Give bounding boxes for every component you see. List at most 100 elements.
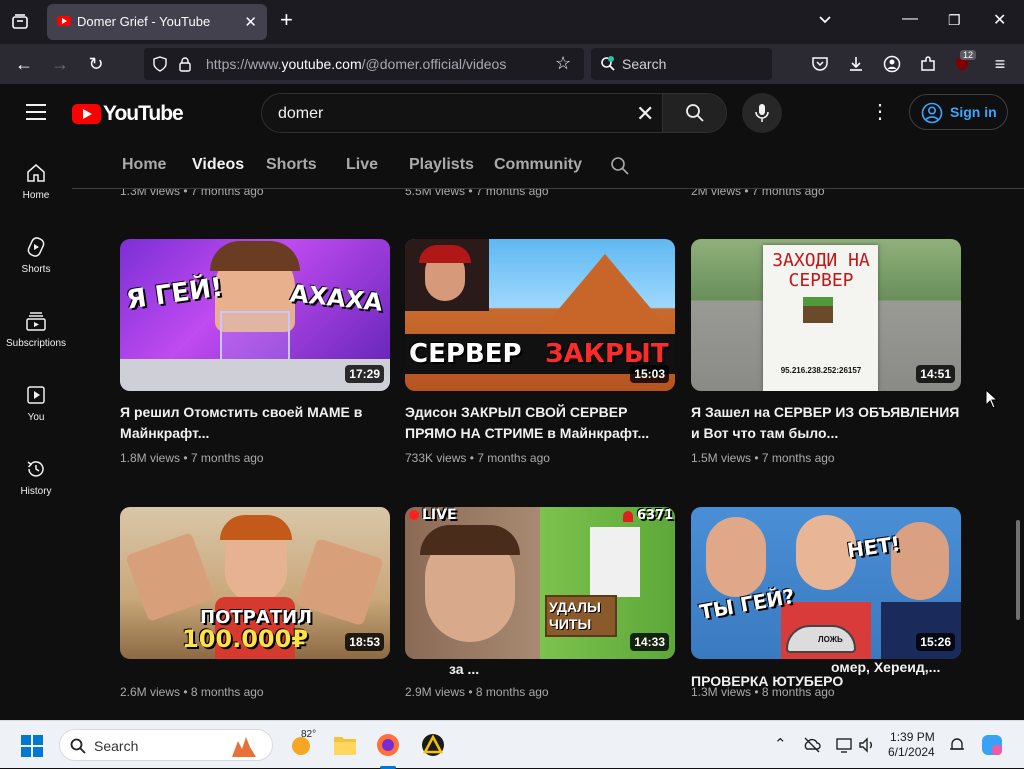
video-title[interactable]: Я Зашел на СЕРВЕР ИЗ ОБЪЯВЛЕНИЯ и Вот чт… (691, 402, 961, 444)
back-icon[interactable]: ← (14, 54, 34, 74)
duration-badge: 14:51 (916, 365, 955, 383)
tab-playlists[interactable]: Playlists (409, 156, 474, 174)
taskbar-search[interactable]: Search (59, 729, 273, 761)
shorts-icon (27, 237, 45, 257)
browser-nav-bar: ← → ↻ https://www.youtube.com/@domer.off… (0, 44, 1024, 84)
file-explorer-icon[interactable] (333, 734, 357, 756)
clear-search-icon[interactable]: ✕ (636, 101, 654, 127)
sidebar-item-home[interactable]: Home (0, 162, 72, 222)
copilot-icon[interactable] (980, 733, 1004, 757)
browser-tab-active[interactable]: Domer Grief - YouTube ✕ (47, 4, 267, 40)
home-icon (27, 164, 45, 182)
thumb-text-left: Я ГЕЙ! (124, 272, 225, 316)
video-meta: 1.3M views • 7 months ago (120, 189, 264, 198)
notifications-bell-icon[interactable] (948, 736, 966, 754)
search-icon (70, 738, 86, 754)
tab-videos[interactable]: Videos (192, 156, 244, 174)
duration-badge: 17:29 (345, 365, 384, 383)
browser-search-field[interactable]: Search (591, 48, 772, 80)
sidebar-item-label: History (20, 486, 52, 497)
minimize-icon[interactable]: — (902, 10, 918, 28)
video-thumbnail[interactable]: ЗАХОДИ НА СЕРВЕР 95.216.238.252:26157 14… (691, 239, 961, 391)
video-thumbnail[interactable]: LIVE 6371 УДАЛЫ ЧИТЫ 14:33 (405, 507, 675, 659)
tab-home[interactable]: Home (122, 156, 166, 174)
windows-taskbar: Search 82° ⌃ 1:39 PM 6/1/2024 (0, 720, 1024, 769)
taskbar-search-label: Search (94, 738, 139, 754)
downloads-icon[interactable] (847, 55, 865, 73)
video-thumbnail[interactable]: Я ГЕЙ! АХАХА 17:29 (120, 239, 390, 391)
forward-icon[interactable]: → (50, 54, 70, 74)
restore-icon[interactable]: ❐ (948, 12, 961, 29)
mouse-cursor-icon (985, 389, 999, 409)
new-tab-icon[interactable]: + (280, 9, 293, 31)
list-all-tabs-icon[interactable] (817, 12, 833, 28)
minecraft-skin (590, 527, 640, 597)
firefox-icon[interactable] (376, 733, 400, 757)
tab-live[interactable]: Live (346, 156, 378, 174)
page-scrollbar[interactable] (1016, 520, 1020, 620)
youtube-mini-guide: Home Shorts Subscriptions You History (0, 142, 72, 720)
video-title[interactable]: Эдисон ЗАКРЫЛ СВОЙ СЕРВЕР ПРЯМО НА СТРИМ… (405, 402, 675, 444)
video-thumbnail[interactable]: ПОТРАТИЛ 100.000₽ 18:53 (120, 507, 390, 659)
pocket-icon[interactable] (811, 55, 829, 73)
youtube-logo[interactable]: YouTube (72, 102, 184, 126)
show-hidden-icons-icon[interactable]: ⌃ (774, 735, 787, 753)
network-icon[interactable] (835, 736, 853, 754)
bookmark-star-icon[interactable]: ☆ (555, 53, 571, 74)
clock-date: 6/1/2024 (888, 745, 935, 759)
sidebar-item-label: Subscriptions (5, 338, 67, 349)
cloud-offline-icon[interactable] (803, 736, 821, 754)
video-meta: 1.5M views • 7 months ago (691, 451, 835, 465)
thumb-text-right: 95.216.238.252:26157 (780, 366, 862, 375)
search-icon (686, 104, 704, 122)
tab-community[interactable]: Community (494, 156, 582, 174)
subscriptions-icon (26, 312, 46, 331)
video-title[interactable]: Я решил Отомстить своей МАМЕ в Майнкрафт… (120, 402, 390, 444)
youtube-favicon-icon (57, 16, 71, 26)
video-meta: 733K views • 7 months ago (405, 451, 550, 465)
video-meta: 2.9M views • 8 months ago (405, 685, 549, 699)
browser-search-placeholder: Search (622, 56, 667, 72)
sign-in-button[interactable]: Sign in (909, 94, 1008, 130)
reload-icon[interactable]: ↻ (86, 54, 106, 74)
lock-icon[interactable] (178, 56, 192, 72)
thumb-text-left: ЗАХОДИ НА СЕРВЕР (772, 250, 870, 291)
search-engine-icon (601, 56, 615, 71)
video-thumbnail[interactable]: СЕРВЕР ЗАКРЫТ 15:03 (405, 239, 675, 391)
settings-more-icon[interactable]: ⋮ (870, 102, 890, 122)
sidebar-item-shorts[interactable]: Shorts (0, 236, 72, 296)
guide-menu-icon[interactable] (26, 104, 46, 120)
youtube-search-box[interactable]: domer ✕ (261, 93, 727, 133)
history-icon (27, 461, 44, 477)
extensions-icon[interactable] (919, 55, 937, 73)
url-text[interactable]: https://www.youtube.com/@domer.official/… (206, 56, 506, 72)
tab-shorts[interactable]: Shorts (266, 156, 317, 174)
shield-icon[interactable] (152, 56, 168, 72)
windows-start-icon[interactable] (20, 734, 44, 758)
sidebar-item-you[interactable]: You (0, 384, 72, 444)
video-title[interactable]: за ... (449, 659, 719, 680)
account-icon[interactable] (883, 55, 901, 73)
close-window-icon[interactable]: ✕ (993, 10, 1006, 30)
sidebar-item-history[interactable]: History (0, 458, 72, 518)
live-dot-icon (409, 510, 419, 520)
clock-time: 1:39 PM (890, 730, 935, 744)
streamer-cam (405, 239, 489, 311)
menu-icon[interactable]: ≡ (990, 54, 1010, 74)
volume-icon[interactable] (858, 736, 876, 754)
browser-tab-bar: Domer Grief - YouTube ✕ + — ❐ ✕ (0, 0, 1024, 44)
sidebar-item-subscriptions[interactable]: Subscriptions (0, 310, 72, 370)
video-meta: 2.6M views • 8 months ago (120, 685, 264, 699)
app-icon[interactable] (421, 733, 445, 757)
url-bar[interactable]: https://www.youtube.com/@domer.official/… (144, 48, 584, 80)
tab-list-icon[interactable] (10, 12, 30, 32)
channel-search-icon[interactable] (610, 156, 630, 176)
video-thumbnail[interactable]: ТЫ ГЕЙ? НЕТ! ЛОЖЬ 15:26 (691, 507, 961, 659)
voice-search-button[interactable] (742, 93, 782, 133)
system-clock[interactable]: 1:39 PM 6/1/2024 (888, 730, 935, 760)
close-tab-icon[interactable]: ✕ (244, 13, 257, 31)
search-input[interactable]: domer (278, 105, 323, 123)
search-button[interactable] (662, 94, 726, 132)
sidebar-item-label: Home (22, 190, 50, 201)
thumb-text-left: LIVE (422, 507, 457, 523)
